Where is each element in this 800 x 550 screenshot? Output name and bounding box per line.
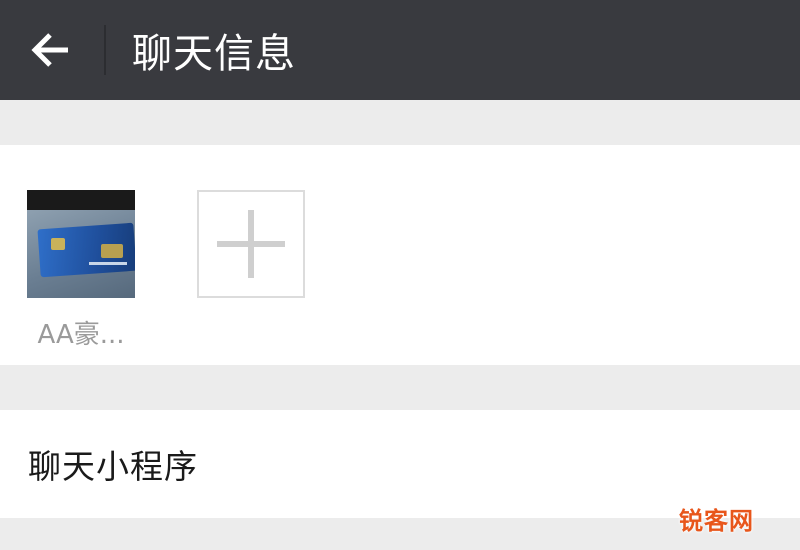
member-item[interactable]: AA豪... (27, 190, 135, 351)
members-panel: AA豪... (0, 145, 800, 365)
avatar-card-stripe (89, 262, 127, 265)
chat-mini-program-label: 聊天小程序 (28, 447, 198, 486)
chat-info-screen: 聊天信息 AA豪... 聊天小程序 锐客网 (0, 0, 800, 550)
avatar-card-chip (51, 238, 65, 250)
watermark: 锐客网 (679, 507, 754, 535)
add-member-button[interactable] (197, 190, 305, 298)
member-name: AA豪... (37, 320, 125, 350)
title-bar: 聊天信息 (0, 0, 800, 100)
avatar[interactable] (27, 190, 135, 298)
page-title: 聊天信息 (132, 31, 296, 77)
arrow-left-icon (31, 33, 68, 67)
header-divider (104, 25, 106, 75)
avatar-card-chip-2 (101, 244, 123, 258)
back-button[interactable] (0, 0, 100, 100)
